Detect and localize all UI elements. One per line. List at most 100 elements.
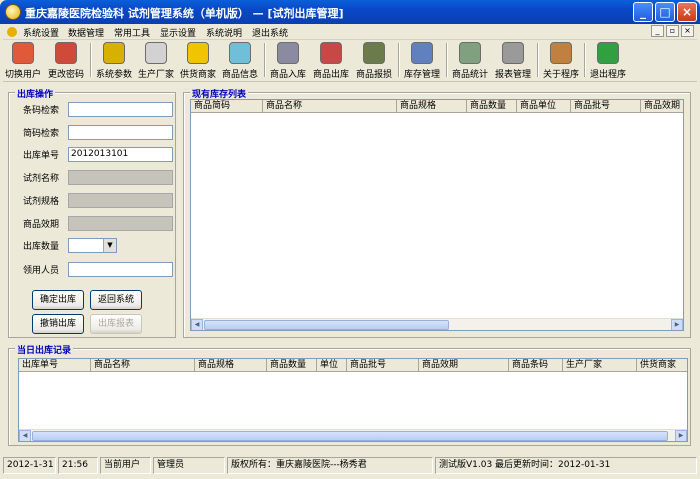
- toolbar-inbound-button[interactable]: 商品入库: [267, 40, 309, 80]
- toolbar-separator: [90, 43, 92, 77]
- quantity-select[interactable]: ▼: [68, 238, 117, 253]
- menu-display-settings[interactable]: 显示设置: [160, 26, 196, 39]
- toolbar-damage-report-button[interactable]: 商品报损: [353, 40, 395, 80]
- column-header[interactable]: 供货商家: [637, 359, 687, 372]
- supplier-truck-icon: [187, 42, 209, 64]
- factory-icon: [145, 42, 167, 64]
- status-version: 测试版V1.03 最后更新时间：2012-01-31: [435, 457, 697, 474]
- inbound-icon: [277, 42, 299, 64]
- quantity-label: 出库数量: [23, 242, 60, 252]
- receiver-input[interactable]: [68, 262, 173, 277]
- today-records-grid[interactable]: 出库单号 商品名称 商品规格 商品数量 单位 商品批号 商品效期 商品条码 生产…: [18, 358, 688, 442]
- column-header[interactable]: 商品名称: [263, 100, 397, 113]
- toolbar-outbound-button[interactable]: 商品出库: [310, 40, 352, 80]
- column-header[interactable]: 商品批号: [347, 359, 419, 372]
- menu-system-help[interactable]: 系统说明: [206, 26, 242, 39]
- scroll-right-icon[interactable]: ▶: [675, 430, 687, 441]
- toolbar-manufacturer-button[interactable]: 生产厂家: [136, 40, 176, 80]
- status-time: 21:56: [58, 457, 98, 474]
- inventory-icon: [411, 42, 433, 64]
- scroll-left-icon[interactable]: ◀: [19, 430, 31, 441]
- outbound-report-button: 出库报表: [90, 314, 142, 334]
- menu-common-tools[interactable]: 常用工具: [114, 26, 150, 39]
- today-records-scrollbar[interactable]: ◀ ▶: [19, 429, 687, 441]
- toolbar-report-button[interactable]: 报表管理: [492, 40, 534, 80]
- minimize-button[interactable]: _: [633, 2, 653, 22]
- column-header[interactable]: 商品数量: [267, 359, 317, 372]
- column-header[interactable]: 商品数量: [467, 100, 517, 113]
- stock-list-panel: 现有库存列表 商品简码 商品名称 商品规格 商品数量 商品单位 商品批号 商品效…: [183, 87, 691, 338]
- scroll-thumb[interactable]: [204, 320, 449, 330]
- toolbar-separator: [446, 43, 448, 77]
- today-records-legend: 当日出库记录: [15, 343, 74, 356]
- toolbar-switch-user-button[interactable]: 切换用户: [3, 40, 43, 80]
- column-header[interactable]: 商品效期: [641, 100, 683, 113]
- toolbar-separator: [264, 43, 266, 77]
- today-records-header: 出库单号 商品名称 商品规格 商品数量 单位 商品批号 商品效期 商品条码 生产…: [19, 359, 687, 372]
- stock-list-header: 商品简码 商品名称 商品规格 商品数量 商品单位 商品批号 商品效期: [191, 100, 683, 113]
- menu-data-management[interactable]: 数据管理: [68, 26, 104, 39]
- outbound-panel-legend: 出库操作: [15, 87, 56, 100]
- scroll-thumb[interactable]: [32, 431, 668, 441]
- scroll-right-icon[interactable]: ▶: [671, 319, 683, 330]
- mdi-minimize-button[interactable]: _: [651, 25, 664, 37]
- outbound-panel: 出库操作 条码检索 简码检索 出库单号 2012013101 试剂名称 试剂规格…: [8, 87, 176, 338]
- chevron-down-icon[interactable]: ▼: [103, 239, 116, 252]
- maximize-button[interactable]: □: [655, 2, 675, 22]
- column-header[interactable]: 单位: [317, 359, 347, 372]
- toolbar-system-params-button[interactable]: 系统参数: [94, 40, 134, 80]
- column-header[interactable]: 商品名称: [91, 359, 195, 372]
- about-icon: [550, 42, 572, 64]
- reagent-name-field: [68, 170, 173, 185]
- toolbar-exit-button[interactable]: 退出程序: [587, 40, 629, 80]
- switch-user-icon: [12, 42, 34, 64]
- column-header[interactable]: 商品规格: [397, 100, 467, 113]
- toolbar-separator: [537, 43, 539, 77]
- column-header[interactable]: 商品单位: [517, 100, 571, 113]
- mdi-restore-button[interactable]: ▫: [666, 25, 679, 37]
- close-button[interactable]: ×: [677, 2, 697, 22]
- toolbar-supplier-button[interactable]: 供货商家: [178, 40, 218, 80]
- expiry-label: 商品效期: [23, 220, 60, 230]
- reagent-spec-label: 试剂规格: [23, 197, 60, 207]
- report-icon: [502, 42, 524, 64]
- column-header[interactable]: 商品条码: [509, 359, 563, 372]
- status-date: 2012-1-31: [3, 457, 56, 474]
- stock-list-scrollbar[interactable]: ◀ ▶: [191, 318, 683, 330]
- column-header[interactable]: 生产厂家: [563, 359, 637, 372]
- confirm-outbound-button[interactable]: 确定出库: [32, 290, 84, 310]
- status-user-label: 当前用户: [100, 457, 151, 474]
- status-copyright: 版权所有：重庆嘉陵医院---杨秀君: [227, 457, 433, 474]
- column-header[interactable]: 商品规格: [195, 359, 267, 372]
- outbound-icon: [320, 42, 342, 64]
- order-no-input[interactable]: 2012013101: [68, 147, 173, 162]
- today-records-panel: 当日出库记录 出库单号 商品名称 商品规格 商品数量 单位 商品批号 商品效期 …: [8, 343, 691, 446]
- column-header[interactable]: 商品简码: [191, 100, 263, 113]
- stock-list-grid[interactable]: 商品简码 商品名称 商品规格 商品数量 商品单位 商品批号 商品效期 ◀ ▶: [190, 99, 684, 331]
- column-header[interactable]: 商品效期: [419, 359, 509, 372]
- column-header[interactable]: 出库单号: [19, 359, 91, 372]
- exit-icon: [597, 42, 619, 64]
- document-icon: [7, 27, 17, 37]
- title-bar: 重庆嘉陵医院检验科 试剂管理系统（单机版） — [试剂出库管理] _ □ ×: [0, 0, 700, 24]
- menu-exit-system[interactable]: 退出系统: [252, 26, 288, 39]
- toolbar-about-button[interactable]: 关于程序: [540, 40, 582, 80]
- scroll-left-icon[interactable]: ◀: [191, 319, 203, 330]
- undo-outbound-button[interactable]: 撤销出库: [32, 314, 84, 334]
- damage-report-icon: [363, 42, 385, 64]
- barcode-search-input[interactable]: [68, 102, 173, 117]
- mdi-close-button[interactable]: ×: [681, 25, 694, 37]
- toolbar-change-password-button[interactable]: 更改密码: [45, 40, 87, 80]
- toolbar-statistics-button[interactable]: 商品统计: [449, 40, 491, 80]
- status-bar: 2012-1-31 21:56 当前用户 管理员 版权所有：重庆嘉陵医院---杨…: [3, 455, 697, 476]
- toolbar-inventory-button[interactable]: 库存管理: [401, 40, 443, 80]
- menu-bar: 系统设置 数据管理 常用工具 显示设置 系统说明 退出系统 _ ▫ ×: [3, 24, 697, 40]
- shortcode-search-input[interactable]: [68, 125, 173, 140]
- column-header[interactable]: 商品批号: [571, 100, 641, 113]
- toolbar-product-info-button[interactable]: 商品信息: [219, 40, 261, 80]
- menu-system-settings[interactable]: 系统设置: [23, 26, 59, 39]
- statistics-icon: [459, 42, 481, 64]
- app-icon: [5, 4, 21, 20]
- back-to-system-button[interactable]: 返回系统: [90, 290, 142, 310]
- order-no-label: 出库单号: [23, 151, 60, 161]
